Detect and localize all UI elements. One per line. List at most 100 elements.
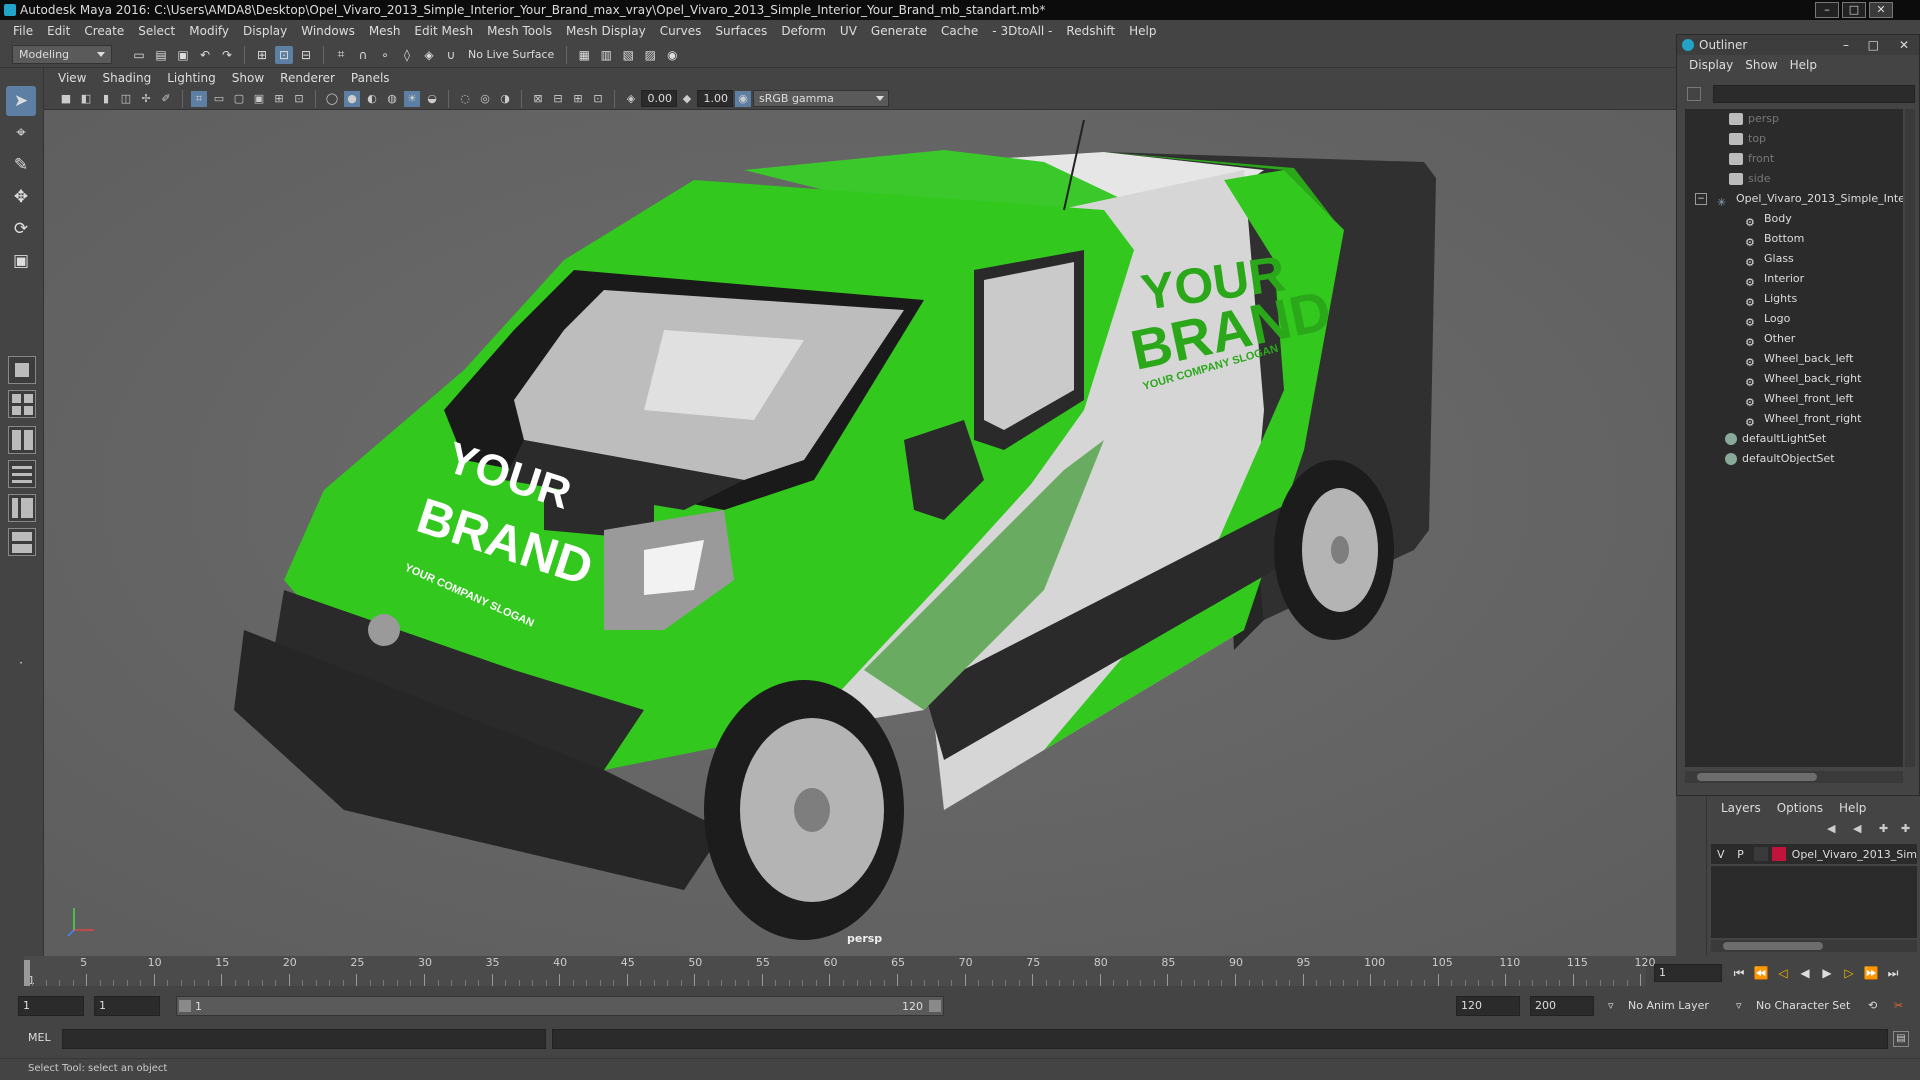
layer-scrollbar[interactable] (1711, 940, 1917, 952)
menu-select[interactable]: Select (131, 24, 182, 38)
outliner-item-glass[interactable]: ⚙ Glass (1745, 249, 1794, 269)
resolution-gate-icon[interactable]: ▢ (231, 91, 247, 107)
menu-mesh-tools[interactable]: Mesh Tools (480, 24, 559, 38)
gamma-icon[interactable]: ◆ (679, 91, 695, 107)
xray-icon[interactable]: ◌ (457, 91, 473, 107)
layer-move-up-icon[interactable]: ◀ (1827, 822, 1835, 835)
film-gate-icon[interactable]: ▭ (211, 91, 227, 107)
step-forward-frame-icon[interactable]: ▷ (1840, 964, 1858, 982)
hypershade-layout-icon[interactable] (8, 528, 36, 556)
isolate-select-icon[interactable]: ⊠ (530, 91, 546, 107)
graph-layout-icon[interactable] (8, 494, 36, 522)
anim-layer-arrow-icon[interactable]: ▿ (1732, 996, 1744, 1016)
outliner-close-icon[interactable]: ✕ (1899, 35, 1909, 55)
hypershade-icon[interactable]: ◉ (663, 46, 681, 64)
maximize-button[interactable]: □ (1842, 2, 1866, 18)
outliner-search-input[interactable] (1713, 85, 1915, 103)
menu-create[interactable]: Create (77, 24, 131, 38)
layer-menu-layers[interactable]: Layers (1713, 801, 1769, 815)
xray-joints-icon[interactable]: ◎ (477, 91, 493, 107)
outliner-item-interior[interactable]: ⚙ Interior (1745, 269, 1804, 289)
animation-start-field[interactable]: 1 (18, 996, 84, 1016)
smooth-shade-icon[interactable]: ● (344, 90, 360, 107)
select-object-icon[interactable]: ⊡ (275, 45, 293, 64)
2d-pan-icon[interactable]: ✢ (138, 91, 154, 107)
menu-uv[interactable]: UV (833, 24, 864, 38)
animation-end-field[interactable]: 200 (1530, 996, 1594, 1016)
current-time-marker[interactable] (24, 960, 30, 986)
menu-file[interactable]: File (6, 24, 40, 38)
panel-menu-show[interactable]: Show (224, 71, 272, 85)
menu-help[interactable]: Help (1122, 24, 1163, 38)
outliner-minimize-icon[interactable]: – (1843, 35, 1849, 55)
four-pane-layout-icon[interactable] (8, 390, 36, 418)
range-end-handle[interactable] (929, 1000, 941, 1012)
auto-key-icon[interactable]: ⟲ (1864, 996, 1884, 1016)
panel-menu-renderer[interactable]: Renderer (272, 71, 343, 85)
new-layer-selected-icon[interactable]: ✚ (1901, 822, 1910, 835)
use-lights-icon[interactable]: ☀ (404, 90, 420, 107)
outliner-item-body[interactable]: ⚙ Body (1745, 209, 1792, 229)
outliner-item-default-object-set[interactable]: defaultObjectSet (1725, 449, 1835, 469)
menu-mesh[interactable]: Mesh (362, 24, 408, 38)
textured-icon[interactable]: ◍ (384, 91, 400, 107)
outliner-vertical-scrollbar[interactable] (1905, 109, 1915, 767)
render-view-icon[interactable]: ▨ (641, 46, 659, 64)
select-tool-icon[interactable]: ➤ (6, 86, 36, 116)
select-hierarchy-icon[interactable]: ⊞ (253, 46, 271, 64)
menu-edit-mesh[interactable]: Edit Mesh (407, 24, 480, 38)
snap-view-icon[interactable]: ◊ (398, 46, 416, 64)
outliner-item-lights[interactable]: ⚙ Lights (1745, 289, 1797, 309)
rotate-tool-icon[interactable]: ⟳ (6, 214, 36, 244)
menu-3dtoall[interactable]: - 3DtoAll - (985, 24, 1059, 38)
outliner-item-wheel-front-left[interactable]: ⚙ Wheel_front_left (1745, 389, 1853, 409)
character-set-dropdown[interactable]: No Character Set (1752, 996, 1862, 1016)
grid-icon[interactable]: ⌗ (191, 90, 207, 107)
snap-point-icon[interactable]: ∘ (376, 46, 394, 64)
bookmark-icon[interactable]: ▮ (98, 91, 114, 107)
outliner-item-root[interactable]: − ✳ Opel_Vivaro_2013_Simple_Inte (1695, 189, 1903, 209)
color-space-dropdown[interactable]: sRGB gamma (753, 90, 889, 107)
layer-move-down-icon[interactable]: ◀ (1853, 822, 1861, 835)
play-backwards-icon[interactable]: ◀ (1796, 964, 1814, 982)
playback-end-field[interactable]: 120 (1456, 996, 1520, 1016)
menu-redshift[interactable]: Redshift (1059, 24, 1122, 38)
mode-selector[interactable]: Modeling (12, 45, 112, 64)
outliner-horizontal-scrollbar[interactable] (1685, 771, 1903, 783)
menu-generate[interactable]: Generate (864, 24, 934, 38)
outliner-item-side[interactable]: side (1729, 169, 1771, 189)
ssao-icon[interactable]: ⊟ (550, 91, 566, 107)
outliner-maximize-icon[interactable]: □ (1868, 35, 1879, 55)
render-settings-icon[interactable]: ▦ (575, 46, 593, 64)
field-chart-icon[interactable]: ⊞ (271, 91, 287, 107)
step-back-frame-icon[interactable]: ◁ (1774, 964, 1792, 982)
gate-mask-icon[interactable]: ▣ (251, 91, 267, 107)
mel-label[interactable]: MEL (28, 1031, 51, 1044)
panel-menu-panels[interactable]: Panels (343, 71, 398, 85)
ipr-render-icon[interactable]: ▧ (619, 46, 637, 64)
panel-menu-lighting[interactable]: Lighting (159, 71, 224, 85)
play-forwards-icon[interactable]: ▶ (1818, 964, 1836, 982)
magnet-icon[interactable]: ∪ (442, 46, 460, 64)
snap-curve-icon[interactable]: ∩ (354, 46, 372, 64)
anim-layer-dropdown[interactable]: No Anim Layer (1624, 996, 1748, 1016)
panel-menu-view[interactable]: View (50, 71, 94, 85)
go-to-start-icon[interactable]: ⏮ (1730, 964, 1748, 982)
command-input[interactable] (62, 1029, 546, 1049)
animation-prefs-icon[interactable]: ✂ (1890, 996, 1910, 1016)
wireframe-icon[interactable]: ◯ (324, 91, 340, 107)
snap-grid-icon[interactable]: ⌗ (332, 46, 350, 64)
layer-visibility-toggle[interactable]: V (1711, 848, 1731, 861)
new-layer-icon[interactable]: ✚ (1879, 822, 1888, 835)
more-layouts-icon[interactable]: · (6, 648, 36, 678)
scale-tool-icon[interactable]: ▣ (6, 246, 36, 276)
single-pane-layout-icon[interactable] (8, 356, 36, 384)
layer-color-swatch[interactable] (1771, 847, 1786, 861)
open-scene-icon[interactable]: ▤ (152, 46, 170, 64)
image-plane-icon[interactable]: ◫ (118, 91, 134, 107)
gamma-field[interactable]: 1.00 (697, 90, 733, 107)
exposure-icon[interactable]: ◈ (623, 91, 639, 107)
minimize-button[interactable]: – (1815, 2, 1839, 18)
range-options-icon[interactable]: ▿ (1604, 996, 1616, 1016)
move-tool-icon[interactable]: ✥ (6, 182, 36, 212)
